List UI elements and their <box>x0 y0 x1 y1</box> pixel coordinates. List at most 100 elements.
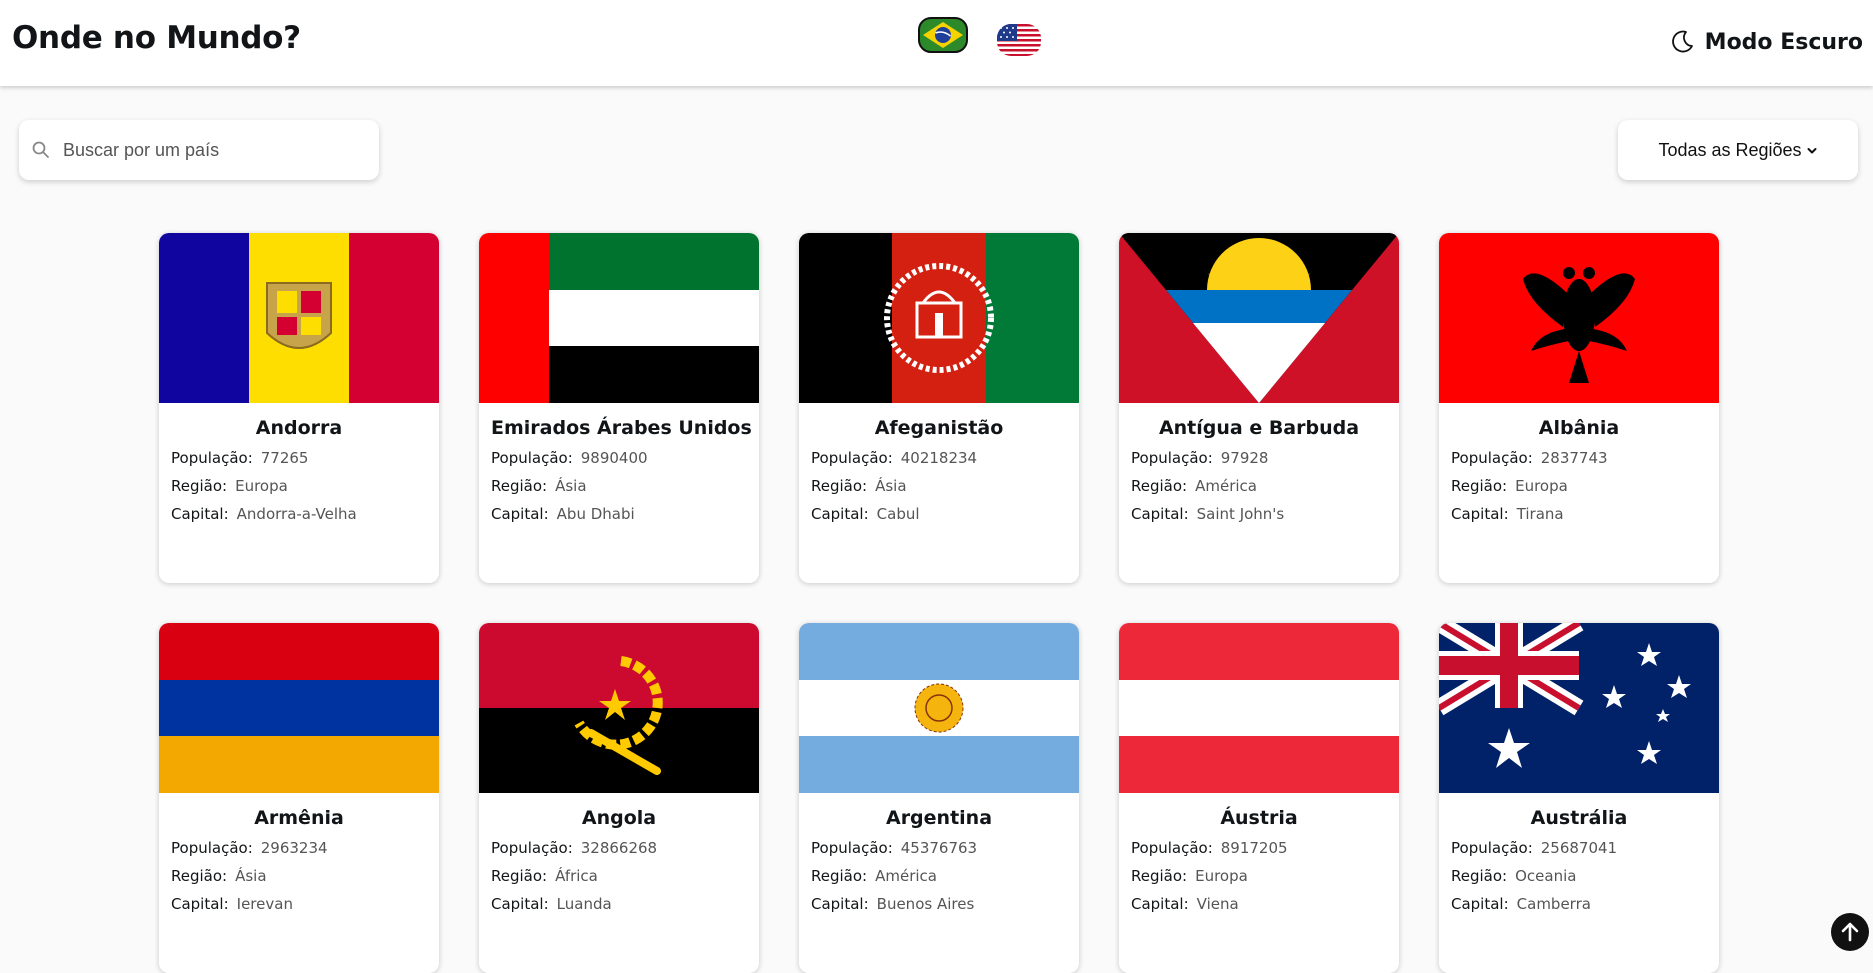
capital-value: Buenos Aires <box>876 895 975 913</box>
population-row: População: 8917205 <box>1131 839 1387 857</box>
population-value: 8917205 <box>1220 839 1288 857</box>
andorra-flag-image <box>159 233 439 403</box>
region-filter-label: Todas as Regiões <box>1658 139 1802 160</box>
capital-label: Capital: <box>1451 895 1509 913</box>
population-value: 45376763 <box>900 839 978 857</box>
population-value: 32866268 <box>580 839 658 857</box>
albania-flag-image <box>1439 233 1719 403</box>
region-value: Europa <box>235 477 288 495</box>
region-value: Ásia <box>875 477 907 495</box>
country-name: Antígua e Barbuda <box>1158 417 1360 439</box>
capital-label: Capital: <box>811 505 869 523</box>
arrow-up-icon <box>1841 922 1859 942</box>
app-title: Onde no Mundo? <box>12 20 301 56</box>
country-card-antigua-and-barbuda[interactable]: Antígua e Barbuda População: 97928 Região… <box>1119 233 1399 583</box>
country-name: Argentina <box>885 807 993 829</box>
population-label: População: <box>491 839 573 857</box>
country-card-uae[interactable]: Emirados Árabes Unidos População: 9890400… <box>479 233 759 583</box>
region-label: Região: <box>1131 477 1188 495</box>
country-name: Afeganistão <box>874 417 1004 439</box>
capital-row: Capital: Abu Dhabi <box>491 505 747 523</box>
capital-label: Capital: <box>171 505 229 523</box>
header: Onde no Mundo? Modo Escuro <box>0 0 1873 86</box>
uae-flag-image <box>479 233 759 403</box>
population-label: População: <box>811 449 893 467</box>
country-card-angola[interactable]: Angola População: 32866268 Região: África … <box>479 623 759 973</box>
region-value: Europa <box>1195 867 1248 885</box>
country-card-austria[interactable]: Áustria População: 8917205 Região: Europa … <box>1119 623 1399 973</box>
country-card-australia[interactable]: Austrália População: 25687041 Região: Ocea… <box>1439 623 1719 973</box>
capital-row: Capital: Tirana <box>1451 505 1707 523</box>
capital-value: Viena <box>1196 895 1239 913</box>
austria-flag-image <box>1119 623 1399 793</box>
population-row: População: 77265 <box>171 449 427 467</box>
region-row: Região: Europa <box>171 477 427 495</box>
capital-value: Camberra <box>1516 895 1591 913</box>
capital-row: Capital: Cabul <box>811 505 1067 523</box>
region-value: Ásia <box>235 867 267 885</box>
search-input[interactable] <box>61 129 365 171</box>
population-label: População: <box>811 839 893 857</box>
country-name: Áustria <box>1220 807 1298 829</box>
brazil-flag-icon[interactable] <box>918 17 968 53</box>
population-label: População: <box>1451 839 1533 857</box>
capital-label: Capital: <box>491 895 549 913</box>
region-row: Região: África <box>491 867 747 885</box>
moon-icon <box>1671 30 1693 53</box>
capital-label: Capital: <box>171 895 229 913</box>
country-name: Andorra <box>255 417 343 439</box>
capital-row: Capital: Ierevan <box>171 895 427 913</box>
population-row: População: 45376763 <box>811 839 1067 857</box>
country-name: Emirados Árabes Unidos <box>491 417 752 439</box>
region-value: América <box>1195 477 1257 495</box>
scroll-to-top-button[interactable] <box>1831 913 1869 951</box>
region-label: Região: <box>491 867 548 885</box>
population-value: 25687041 <box>1540 839 1618 857</box>
population-value: 2963234 <box>260 839 328 857</box>
region-value: Oceania <box>1515 867 1577 885</box>
country-name: Armênia <box>254 807 344 829</box>
population-row: População: 2963234 <box>171 839 427 857</box>
region-row: Região: Oceania <box>1451 867 1707 885</box>
country-grid: Andorra População: 77265 Região: Europa Ca… <box>159 233 1719 973</box>
country-name: Albânia <box>1538 417 1620 439</box>
region-filter-dropdown[interactable]: Todas as Regiões <box>1618 120 1858 180</box>
population-row: População: 32866268 <box>491 839 747 857</box>
capital-value: Luanda <box>556 895 612 913</box>
region-row: Região: Ásia <box>811 477 1067 495</box>
region-label: Região: <box>1131 867 1188 885</box>
country-card-afghanistan[interactable]: Afeganistão População: 40218234 Região: Ás… <box>799 233 1079 583</box>
capital-row: Capital: Viena <box>1131 895 1387 913</box>
region-row: Região: América <box>811 867 1067 885</box>
argentina-flag-image <box>799 623 1079 793</box>
country-card-argentina[interactable]: Argentina População: 45376763 Região: Amér… <box>799 623 1079 973</box>
search-box <box>19 120 379 180</box>
region-label: Região: <box>1451 867 1508 885</box>
capital-label: Capital: <box>1451 505 1509 523</box>
capital-row: Capital: Andorra-a-Velha <box>171 505 427 523</box>
capital-label: Capital: <box>1131 505 1189 523</box>
region-row: Região: Ásia <box>171 867 427 885</box>
population-value: 77265 <box>260 449 309 467</box>
capital-value: Abu Dhabi <box>556 505 635 523</box>
capital-value: Saint John's <box>1196 505 1285 523</box>
population-row: População: 25687041 <box>1451 839 1707 857</box>
capital-row: Capital: Luanda <box>491 895 747 913</box>
region-row: Região: Europa <box>1451 477 1707 495</box>
australia-flag-image <box>1439 623 1719 793</box>
capital-row: Capital: Buenos Aires <box>811 895 1067 913</box>
population-label: População: <box>491 449 573 467</box>
capital-value: Cabul <box>876 505 920 523</box>
region-value: Ásia <box>555 477 587 495</box>
region-value: América <box>875 867 937 885</box>
region-label: Região: <box>491 477 548 495</box>
usa-flag-icon[interactable] <box>997 24 1041 56</box>
population-row: População: 40218234 <box>811 449 1067 467</box>
region-value: Europa <box>1515 477 1568 495</box>
dark-mode-label: Modo Escuro <box>1704 29 1863 55</box>
dark-mode-toggle[interactable]: Modo Escuro <box>1669 26 1863 58</box>
country-card-armenia[interactable]: Armênia População: 2963234 Região: Ásia Ca… <box>159 623 439 973</box>
country-card-albania[interactable]: Albânia População: 2837743 Região: Europa … <box>1439 233 1719 583</box>
country-card-andorra[interactable]: Andorra População: 77265 Região: Europa Ca… <box>159 233 439 583</box>
antigua-flag-image <box>1119 233 1399 403</box>
